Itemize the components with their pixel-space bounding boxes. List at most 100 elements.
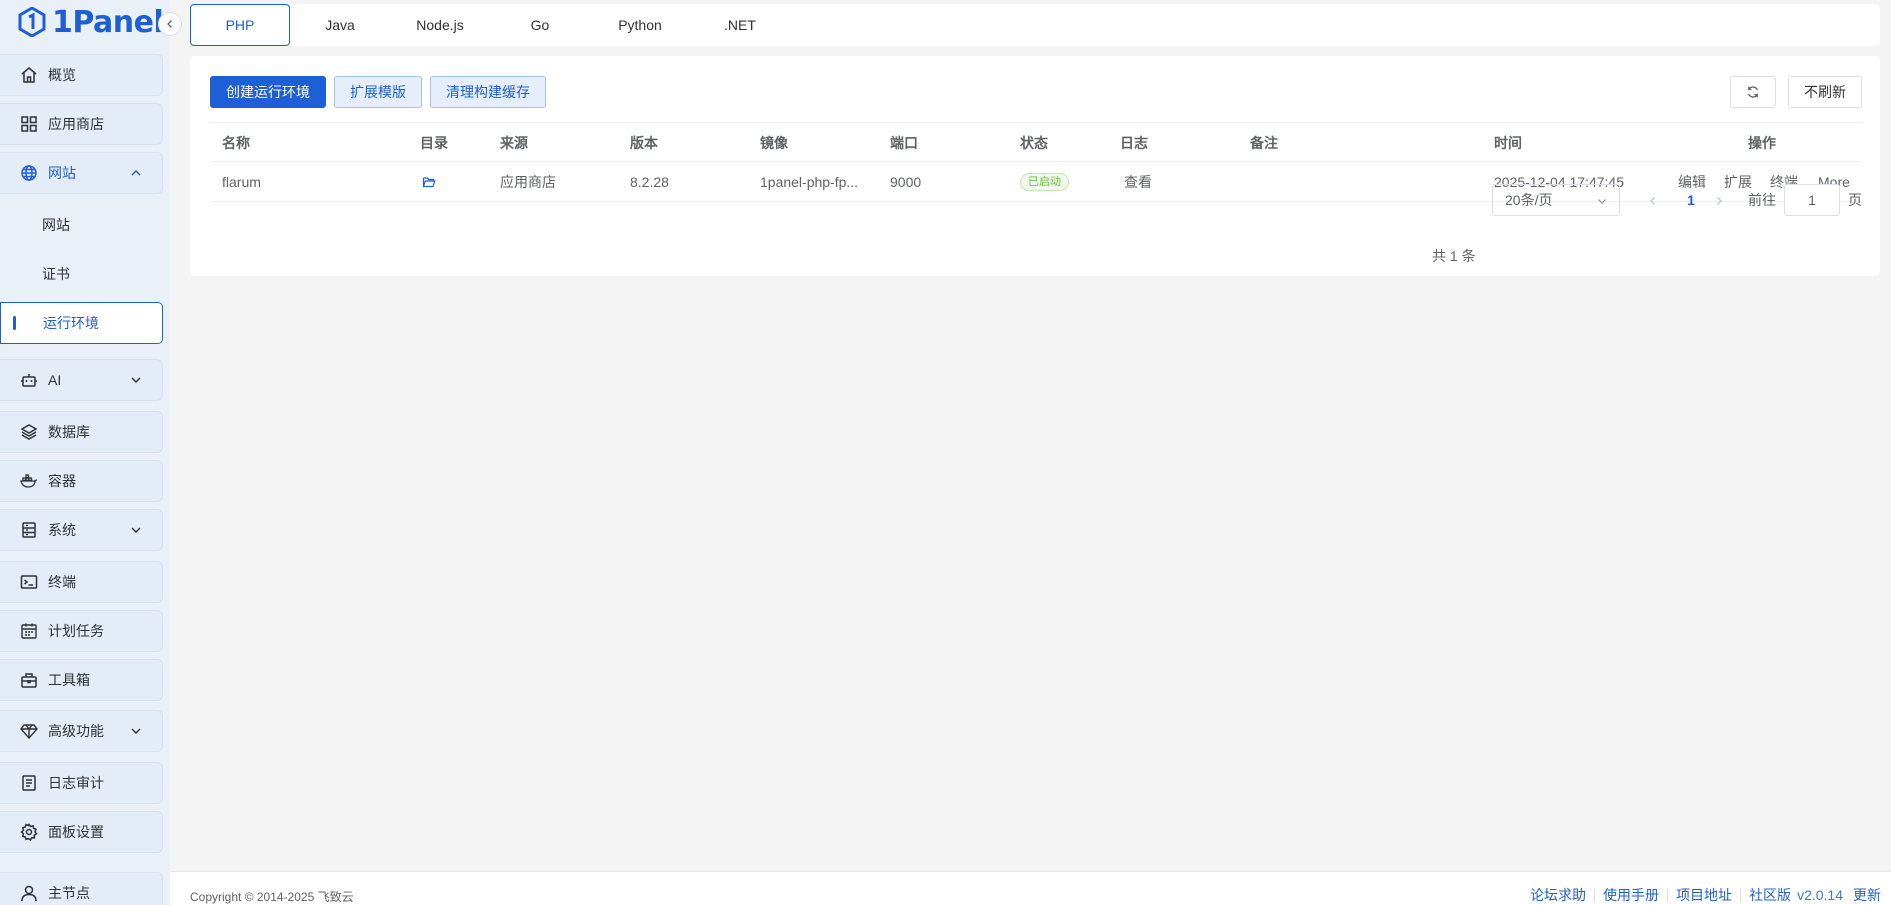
chevron-up-icon [131,170,141,176]
sidebar-subitem-label: 运行环境 [43,315,99,331]
tab-dotnet[interactable]: .NET [690,4,790,46]
create-runtime-button[interactable]: 创建运行环境 [210,76,326,108]
runtime-version: 8.2.28 [630,174,669,190]
manual-link[interactable]: 使用手册 [1603,885,1659,905]
open-directory-button[interactable] [422,162,436,202]
update-link[interactable]: 更新 [1853,885,1881,905]
sidebar-item-label: 应用商店 [48,116,104,132]
edition-link[interactable]: 社区版 [1749,885,1791,905]
sidebar-item-log-audit[interactable]: 日志审计 [0,762,163,804]
home-icon [21,67,37,83]
folder-open-icon [422,177,436,188]
diamond-icon [20,724,38,740]
footer-divider [1740,888,1742,902]
runtime-status-cell: 已启动 [1020,162,1069,202]
sidebar-subitem-certificate[interactable]: 证书 [0,253,163,295]
sidebar-item-settings[interactable]: 面板设置 [0,811,163,853]
runtime-port: 9000 [890,174,922,190]
runtime-name-link[interactable]: flarum [222,162,261,202]
sidebar-item-overview[interactable]: 概览 [0,54,163,96]
sidebar-item-label: AI [48,372,62,388]
copyright-text: Copyright © 2014-2025 飞致云 [190,890,354,904]
footer: Copyright © 2014-2025 飞致云 论坛求助 使用手册 项目地址… [170,871,1891,905]
sidebar-subitem-website[interactable]: 网站 [0,204,163,246]
tab-python[interactable]: Python [590,4,690,46]
sidebar-item-container[interactable]: 容器 [0,460,163,502]
column-header-log: 日志 [1120,135,1148,151]
page-size-select[interactable]: 20条/页 [1492,184,1620,216]
refresh-button[interactable] [1730,76,1776,108]
column-header-actions: 操作 [1748,135,1776,151]
chevron-left-icon [167,20,172,28]
user-icon [21,885,37,901]
globe-icon [21,165,37,181]
sidebar-item-label: 高级功能 [48,723,104,739]
next-page-button[interactable] [1712,194,1726,208]
footer-divider [1594,888,1596,902]
sidebar-item-label: 网站 [48,165,76,181]
page-suffix: 页 [1848,192,1862,208]
column-header-dir: 目录 [420,135,448,151]
terminal-icon [20,575,38,589]
sidebar-item-system[interactable]: 系统 [0,509,163,551]
robot-icon [21,374,37,387]
chevron-down-icon [1598,199,1606,204]
server-icon [22,522,36,538]
sidebar-item-database[interactable]: 数据库 [0,411,163,453]
log-icon [22,775,36,791]
forum-link[interactable]: 论坛求助 [1530,885,1586,905]
sidebar-item-label: 工具箱 [48,672,90,688]
sidebar-item-website[interactable]: 网站 [0,152,163,194]
sidebar-item-main-node[interactable]: 主节点 [0,872,163,905]
extension-templates-button[interactable]: 扩展模版 [334,76,422,108]
runtime-list-card: 创建运行环境 扩展模版 清理构建缓存 不刷新 名称 目录 来源 版本 镜像 端口… [190,56,1880,276]
sidebar-item-cronjob[interactable]: 计划任务 [0,610,163,652]
sidebar-item-label: 容器 [48,473,76,489]
chevron-left-icon [1650,197,1655,205]
clear-build-cache-button[interactable]: 清理构建缓存 [430,76,546,108]
goto-page-input[interactable]: 1 [1784,184,1840,216]
apps-grid-icon [21,116,37,132]
sidebar-item-label: 日志审计 [48,775,104,791]
column-header-status: 状态 [1020,135,1048,151]
sidebar-item-label: 系统 [48,522,76,538]
sidebar-item-label: 面板设置 [48,824,104,840]
auto-refresh-select[interactable]: 不刷新 [1788,76,1862,108]
sidebar-collapse-button[interactable] [158,12,182,36]
tab-java[interactable]: Java [290,4,390,46]
chevron-down-icon [131,527,141,533]
logo[interactable]: 1Panel [18,5,164,40]
sidebar-subitem-runtime[interactable]: 运行环境 [0,302,163,344]
chevron-down-icon [131,728,141,734]
sidebar-item-terminal[interactable]: 终端 [0,561,163,603]
tab-go[interactable]: Go [490,4,590,46]
version-text: v2.0.14 [1797,887,1843,903]
sidebar-item-label: 终端 [48,574,76,590]
sidebar-subitem-label: 网站 [42,217,70,233]
prev-page-button[interactable] [1646,194,1660,208]
runtime-image: 1panel-php-fp... [760,174,859,190]
sidebar-item-label: 数据库 [48,424,90,440]
column-header-name: 名称 [222,135,250,151]
view-log-link[interactable]: 查看 [1124,162,1152,202]
page-number-1[interactable]: 1 [1680,184,1702,216]
goto-label: 前往 [1748,192,1776,208]
footer-divider [1667,888,1669,902]
docker-icon [20,474,38,488]
sidebar-item-label: 主节点 [48,884,90,901]
layers-icon [20,424,38,440]
calendar-icon [21,623,37,639]
tab-nodejs[interactable]: Node.js [390,4,490,46]
column-header-source: 来源 [500,135,528,151]
page-size-value: 20条/页 [1505,192,1553,208]
status-badge: 已启动 [1020,173,1069,191]
tab-php[interactable]: PHP [190,4,290,46]
sidebar-item-ai[interactable]: AI [0,359,163,401]
sidebar: 1Panel 概览 应用商店 网站 网站 证书 运行环境 AI 数据库 容器 系… [0,0,170,905]
sidebar-item-advanced[interactable]: 高级功能 [0,710,163,752]
sidebar-item-label: 概览 [48,67,76,83]
sidebar-item-toolbox[interactable]: 工具箱 [0,659,163,701]
sidebar-item-app-store[interactable]: 应用商店 [0,103,163,145]
column-header-image: 镜像 [760,135,788,151]
project-link[interactable]: 项目地址 [1676,885,1732,905]
